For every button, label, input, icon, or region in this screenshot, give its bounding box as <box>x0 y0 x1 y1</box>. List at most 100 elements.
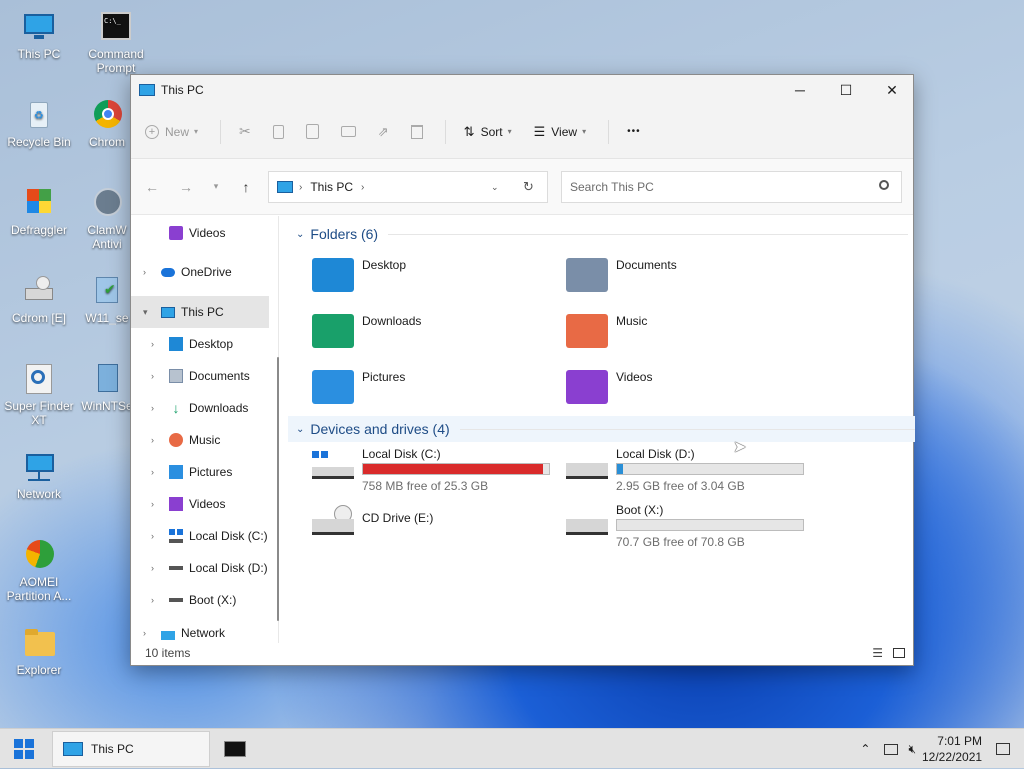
chevron-down-icon: ▾ <box>213 181 219 191</box>
maximize-button[interactable]: ☐ <box>823 75 869 105</box>
installer-icon <box>90 362 124 396</box>
up-button[interactable]: ↑ <box>229 179 263 195</box>
breadcrumb-this-pc[interactable]: This PC <box>310 180 353 194</box>
toolbar-divider <box>220 119 222 144</box>
taskbar-app-command-prompt[interactable] <box>224 740 246 757</box>
share-button[interactable]: ⇗ <box>378 124 389 140</box>
desktop-icon-label: Chrom <box>88 135 125 149</box>
desktop-icon-explorer[interactable]: Explorer <box>0 626 78 677</box>
desktop-icon-chrome[interactable]: Chrom <box>77 98 137 149</box>
folder-videos[interactable]: Videos <box>566 370 652 404</box>
refresh-icon[interactable]: ↻ <box>523 179 534 195</box>
sidebar-item-documents[interactable]: › Documents <box>131 360 278 392</box>
address-bar[interactable]: › This PC › ⌄ ↻ <box>268 171 548 203</box>
cut-button[interactable]: ✂ <box>239 123 251 140</box>
desktop-icon-label: Command Prompt <box>88 47 144 75</box>
drive-icon <box>566 511 608 535</box>
desktop-icon-recycle-bin[interactable]: ♻ Recycle Bin <box>0 98 78 149</box>
sidebar-item-pictures[interactable]: › Pictures <box>131 456 278 488</box>
documents-icon <box>169 369 183 383</box>
folder-music[interactable]: Music <box>566 314 647 348</box>
drive-usage-fill <box>617 464 623 474</box>
drives-group-header[interactable]: ⌄ Devices and drives (4) <box>288 416 915 442</box>
desktop-icon-label: This PC <box>17 47 61 61</box>
folder-documents[interactable]: Documents <box>566 258 677 292</box>
drives-header: Devices and drives (4) <box>310 421 450 437</box>
drive-usage-bar <box>362 463 550 475</box>
sidebar-item-desktop[interactable]: › Desktop <box>131 328 278 360</box>
drive-name: Boot (X:) <box>616 503 664 517</box>
folder-pictures[interactable]: Pictures <box>312 370 405 404</box>
details-view-icon[interactable]: ☰ <box>872 646 883 660</box>
drive-cd-drive-e[interactable]: CD Drive (E:) <box>312 503 566 547</box>
sidebar-item-videos[interactable]: › Videos <box>131 488 278 520</box>
desktop-icon-super-finder[interactable]: Super Finder XT <box>0 362 78 427</box>
folder-label: Pictures <box>362 370 406 384</box>
view-button[interactable]: ☰ View ▾ <box>534 124 586 140</box>
desktop-icon-network[interactable]: Network <box>0 450 78 501</box>
chevron-up-icon[interactable]: ⌃ <box>860 742 870 756</box>
forward-button[interactable]: → <box>169 179 203 195</box>
chevron-right-icon: › <box>151 531 154 541</box>
drive-local-disk-c[interactable]: Local Disk (C:) 758 MB free of 25.3 GB <box>312 447 566 493</box>
sidebar-item-local-disk-c[interactable]: › Local Disk (C:) <box>131 520 278 552</box>
network-status-icon[interactable] <box>884 743 899 755</box>
drive-boot-x[interactable]: Boot (X:) 70.7 GB free of 70.8 GB <box>566 503 820 549</box>
desktop-icon-w11-setup[interactable]: ✔ W11_se <box>77 274 137 325</box>
copy-button[interactable] <box>272 124 284 139</box>
sidebar-scrollbar[interactable] <box>277 357 279 621</box>
chevron-right-icon: › <box>151 403 154 413</box>
recent-locations-button[interactable]: ▾ <box>203 181 229 192</box>
tiles-view-icon[interactable] <box>893 648 905 658</box>
chevron-right-icon: › <box>143 267 146 277</box>
back-button[interactable]: ← <box>135 179 169 195</box>
folders-group-header[interactable]: ⌄ Folders (6) <box>296 221 908 247</box>
desktop-icon-this-pc[interactable]: This PC <box>0 10 78 61</box>
delete-button[interactable] <box>410 124 423 139</box>
paste-button[interactable] <box>305 124 319 139</box>
desktop-icon-clamwin[interactable]: ClamW Antivi <box>77 186 137 251</box>
sidebar-item-onedrive[interactable]: › OneDrive <box>131 256 278 288</box>
taskbar-app-this-pc[interactable]: This PC <box>52 730 210 767</box>
sidebar-item-label: Music <box>189 433 221 447</box>
search-box[interactable]: Search This PC <box>561 171 902 203</box>
sidebar-item-boot-x[interactable]: › Boot (X:) <box>131 584 278 616</box>
desktop-icon-command-prompt[interactable]: C:\_ Command Prompt <box>77 10 155 75</box>
sidebar-item-network[interactable]: › Network <box>131 616 278 640</box>
search-input[interactable]: Search This PC <box>570 180 654 194</box>
folder-label: Desktop <box>362 258 407 272</box>
toolbar-divider <box>444 119 446 144</box>
new-button[interactable]: + New ▾ <box>145 124 198 139</box>
folder-desktop[interactable]: Desktop <box>312 258 406 292</box>
sidebar-item-downloads[interactable]: › ↓ Downloads <box>131 392 278 424</box>
desktop-icon-winntsetup[interactable]: WinNTSe <box>77 362 137 413</box>
chevron-right-icon: › <box>151 467 154 477</box>
sort-button[interactable]: ⇅ Sort ▾ <box>464 124 512 140</box>
desktop-icon-label: Recycle Bin <box>7 135 71 149</box>
start-button[interactable] <box>0 729 48 769</box>
folder-label: Documents <box>616 258 677 272</box>
minimize-icon: ─ <box>795 82 805 98</box>
rename-button[interactable] <box>340 126 356 137</box>
chevron-right-icon: › <box>151 563 154 573</box>
more-options-button[interactable]: ••• <box>627 126 641 137</box>
drive-local-disk-d[interactable]: Local Disk (D:) 2.95 GB free of 3.04 GB <box>566 447 820 493</box>
sidebar-item-videos-quick[interactable]: Videos <box>131 216 278 250</box>
desktop-icon-defraggler[interactable]: Defraggler <box>0 186 78 237</box>
folder-downloads[interactable]: Downloads <box>312 314 421 348</box>
drive-usage-bar <box>616 463 804 475</box>
chevron-down-icon: ⌄ <box>296 228 305 240</box>
magnifier-icon <box>22 362 56 396</box>
volume-muted-icon[interactable]: 🔇︎ <box>908 742 916 757</box>
sidebar-item-music[interactable]: › Music <box>131 424 278 456</box>
desktop-icon-cdrom[interactable]: Cdrom [E] <box>0 274 78 325</box>
desktop-icon-aomei[interactable]: AOMEI Partition A... <box>0 538 78 603</box>
close-button[interactable]: ✕ <box>869 75 915 105</box>
notification-icon[interactable] <box>996 743 1010 755</box>
setup-icon: ✔ <box>90 274 124 308</box>
sidebar-item-local-disk-d[interactable]: › Local Disk (D:) <box>131 552 278 584</box>
sidebar-item-this-pc[interactable]: ▾ This PC <box>131 296 269 328</box>
address-dropdown-icon[interactable]: ⌄ <box>491 182 499 193</box>
minimize-button[interactable]: ─ <box>777 75 823 105</box>
clock[interactable]: 7:01 PM 12/22/2021 <box>922 733 982 765</box>
